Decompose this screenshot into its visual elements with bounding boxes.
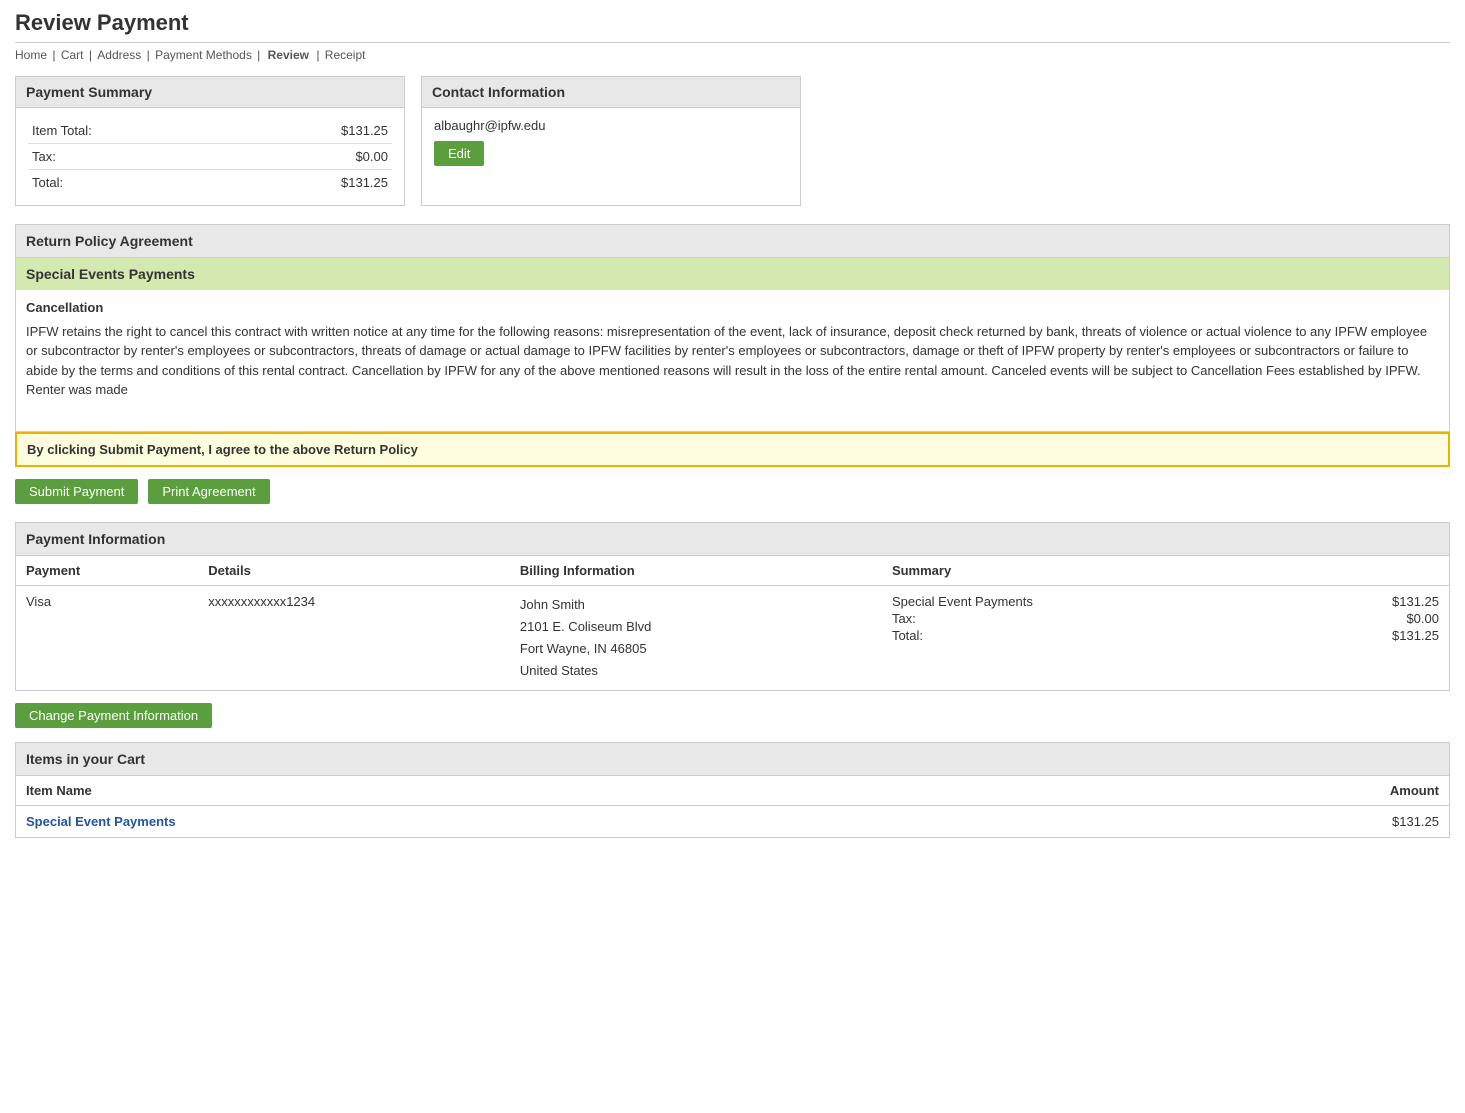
payment-info-table: Payment Details Billing Information Summ… [16, 556, 1449, 690]
breadcrumb-home[interactable]: Home [15, 48, 47, 62]
change-payment-button[interactable]: Change Payment Information [15, 703, 212, 728]
top-row: Payment Summary Item Total: $131.25 Tax:… [15, 76, 1450, 206]
col-billing: Billing Information [510, 556, 882, 586]
cart-item-amount: $131.25 [1034, 806, 1449, 838]
contact-info-box: Contact Information albaughr@ipfw.edu Ed… [421, 76, 801, 206]
policy-subheader: Special Events Payments [16, 258, 1449, 290]
breadcrumb-receipt[interactable]: Receipt [325, 48, 366, 62]
special-events-label: Special Event Payments [892, 594, 1033, 609]
breadcrumb-address[interactable]: Address [97, 48, 141, 62]
payment-info-data-row: Visa xxxxxxxxxxxx1234 John Smith 2101 E.… [16, 586, 1449, 691]
breadcrumb: Home | Cart | Address | Payment Methods … [15, 42, 1450, 62]
summary-row-item-total: Item Total: $131.25 [28, 118, 392, 144]
change-payment-btn-wrap: Change Payment Information [15, 703, 1450, 728]
tax-label: Tax: [28, 144, 229, 170]
summary-tax: Tax: $0.00 [892, 611, 1439, 626]
agree-bar: By clicking Submit Payment, I agree to t… [15, 432, 1450, 467]
cart-title: Items in your Cart [16, 743, 1449, 776]
payment-info-header-row: Payment Details Billing Information Summ… [16, 556, 1449, 586]
summary-special-events: Special Event Payments $131.25 [892, 594, 1439, 609]
breadcrumb-review: Review [268, 48, 309, 62]
cart-table: Item Name Amount Special Event Payments … [16, 776, 1449, 837]
billing-country: United States [520, 660, 872, 682]
item-total-label: Item Total: [28, 118, 229, 144]
contact-email: albaughr@ipfw.edu [434, 118, 788, 133]
billing-name: John Smith [520, 594, 872, 616]
payment-info-title: Payment Information [16, 523, 1449, 556]
page-title: Review Payment [15, 10, 1450, 36]
payment-summary-title: Payment Summary [16, 77, 404, 108]
submit-payment-button[interactable]: Submit Payment [15, 479, 138, 504]
col-payment: Payment [16, 556, 198, 586]
summary-total: Total: $131.25 [892, 628, 1439, 643]
billing-city: Fort Wayne, IN 46805 [520, 638, 872, 660]
cart-section: Items in your Cart Item Name Amount Spec… [15, 742, 1450, 838]
cart-col-item-name: Item Name [16, 776, 1034, 806]
contact-info-body: albaughr@ipfw.edu Edit [422, 108, 800, 176]
policy-scroll-inner: Special Events Payments Cancellation IPF… [16, 258, 1449, 408]
total-label: Total: [28, 170, 229, 196]
summary-row-tax: Tax: $0.00 [28, 144, 392, 170]
payment-summary-box: Payment Summary Item Total: $131.25 Tax:… [15, 76, 405, 206]
tax-label-2: Tax: [892, 611, 916, 626]
agree-text: By clicking Submit Payment, I agree to t… [27, 442, 418, 457]
payment-summary-col: Special Event Payments $131.25 Tax: $0.0… [882, 586, 1449, 691]
cart-item-link[interactable]: Special Event Payments [26, 814, 176, 829]
cart-header-row: Item Name Amount [16, 776, 1449, 806]
billing-street: 2101 E. Coliseum Blvd [520, 616, 872, 638]
col-details: Details [198, 556, 510, 586]
summary-row-total: Total: $131.25 [28, 170, 392, 196]
return-policy-title: Return Policy Agreement [15, 224, 1450, 257]
policy-body: Cancellation IPFW retains the right to c… [16, 290, 1449, 408]
cart-item-name: Special Event Payments [16, 806, 1034, 838]
action-buttons: Submit Payment Print Agreement [15, 479, 1450, 504]
return-policy-section: Return Policy Agreement Special Events P… [15, 224, 1450, 467]
special-events-value: $131.25 [1369, 594, 1439, 609]
payment-info-section: Payment Information Payment Details Bill… [15, 522, 1450, 691]
col-summary: Summary [882, 556, 1449, 586]
billing-address: John Smith 2101 E. Coliseum Blvd Fort Wa… [510, 586, 882, 691]
cancellation-text: IPFW retains the right to cancel this co… [26, 322, 1439, 400]
tax-value: $0.00 [229, 144, 392, 170]
cart-col-amount: Amount [1034, 776, 1449, 806]
item-total-value: $131.25 [229, 118, 392, 144]
edit-contact-button[interactable]: Edit [434, 141, 484, 166]
tax-value-2: $0.00 [1369, 611, 1439, 626]
print-agreement-button[interactable]: Print Agreement [148, 479, 269, 504]
card-number: xxxxxxxxxxxx1234 [198, 586, 510, 691]
contact-info-title: Contact Information [422, 77, 800, 108]
cart-row: Special Event Payments $131.25 [16, 806, 1449, 838]
payment-summary-table: Item Total: $131.25 Tax: $0.00 Total: $1… [28, 118, 392, 195]
total-label-2: Total: [892, 628, 923, 643]
breadcrumb-cart[interactable]: Cart [61, 48, 84, 62]
payment-summary-body: Item Total: $131.25 Tax: $0.00 Total: $1… [16, 108, 404, 205]
total-value: $131.25 [229, 170, 392, 196]
cancellation-label: Cancellation [26, 298, 1439, 318]
payment-type: Visa [16, 586, 198, 691]
breadcrumb-payment-methods[interactable]: Payment Methods [155, 48, 252, 62]
total-value-2: $131.25 [1369, 628, 1439, 643]
policy-scroll-area[interactable]: Special Events Payments Cancellation IPF… [15, 257, 1450, 432]
